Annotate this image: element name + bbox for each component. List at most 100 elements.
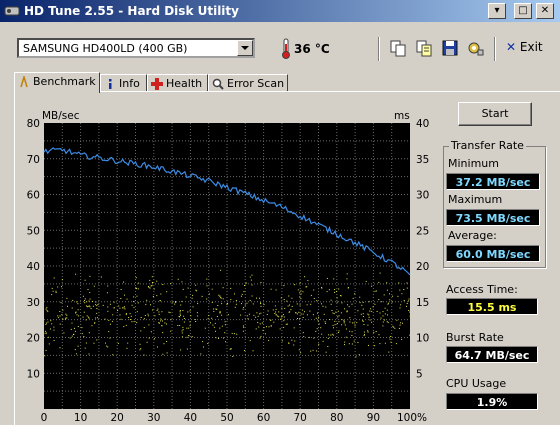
access-time-point — [191, 336, 193, 338]
access-time-point — [136, 311, 138, 313]
access-time-point — [230, 287, 232, 289]
access-time-point — [60, 302, 62, 304]
access-time-point — [313, 298, 315, 299]
access-time-point — [279, 328, 281, 330]
access-time-point — [109, 323, 111, 325]
access-time-point — [316, 300, 318, 302]
access-time-point — [123, 307, 125, 309]
access-time-point — [278, 316, 280, 318]
start-button[interactable]: Start — [458, 102, 532, 126]
access-time-point — [183, 318, 185, 319]
tab-info[interactable]: Info — [100, 74, 147, 92]
access-time-point — [53, 340, 55, 341]
access-time-point — [154, 315, 156, 317]
access-time-point — [91, 325, 93, 327]
access-time-point — [74, 327, 75, 329]
benchmark-icon — [20, 76, 28, 88]
chevron-down-icon[interactable] — [237, 40, 253, 56]
x-tick-label: 80 — [330, 412, 343, 424]
access-time-point — [334, 288, 336, 290]
access-time-point — [124, 308, 126, 310]
access-time-point — [406, 303, 408, 304]
access-time-point — [387, 314, 388, 316]
access-time-point — [233, 333, 235, 335]
access-time-point — [291, 305, 293, 307]
access-time-point — [86, 315, 88, 317]
access-time-point — [286, 323, 288, 325]
access-time-point — [189, 325, 191, 327]
access-time-point — [300, 313, 302, 315]
access-time-point — [149, 279, 151, 281]
access-time-point — [257, 322, 259, 323]
access-time-point — [107, 306, 109, 308]
x-tick-label: 40 — [184, 412, 197, 424]
tab-info-label: Info — [119, 77, 140, 90]
access-time-point — [259, 297, 260, 299]
access-time-point — [352, 297, 354, 299]
access-time-point — [296, 303, 298, 305]
access-time-point — [260, 305, 262, 307]
copy-info-icon[interactable] — [414, 38, 434, 58]
access-time-point — [231, 332, 233, 334]
tab-benchmark[interactable]: Benchmark — [14, 72, 100, 93]
drive-select-value: SAMSUNG HD400LD (400 GB) — [23, 42, 188, 55]
access-time-point — [181, 300, 183, 302]
access-time-point — [181, 330, 183, 332]
access-time-point — [133, 321, 135, 323]
access-time-point — [306, 314, 308, 316]
access-time-point — [123, 281, 124, 283]
access-time-point — [89, 306, 91, 308]
access-time-point — [57, 286, 59, 288]
access-time-point — [221, 314, 223, 316]
access-time-point — [299, 282, 301, 284]
access-time-point — [262, 329, 264, 331]
access-time-point — [48, 343, 50, 345]
access-time-point — [389, 335, 391, 337]
tab-error-scan[interactable]: Error Scan — [208, 74, 288, 92]
health-icon — [151, 78, 163, 90]
access-time-point — [362, 301, 364, 303]
access-time-point — [343, 322, 345, 324]
minimize-button[interactable]: ▾ — [488, 3, 506, 19]
exit-button[interactable]: ✕ Exit — [506, 40, 543, 54]
access-time-point — [82, 295, 84, 297]
access-time-point — [347, 304, 348, 306]
access-time-point — [108, 331, 110, 333]
access-time-point — [266, 314, 268, 315]
access-time-point — [136, 322, 138, 324]
options-icon[interactable] — [466, 38, 486, 58]
access-time-point — [359, 296, 361, 298]
access-time-point — [326, 277, 328, 279]
drive-select[interactable]: SAMSUNG HD400LD (400 GB) — [17, 38, 255, 58]
access-time-point — [392, 325, 394, 327]
access-time-point — [168, 311, 170, 313]
access-time-point — [182, 326, 184, 328]
right-tick-label: 5 — [416, 368, 423, 380]
access-time-point — [288, 295, 290, 297]
left-tick-label: 40 — [27, 261, 40, 273]
access-time-point — [215, 308, 217, 310]
access-time-point — [128, 317, 130, 318]
access-time-point — [223, 337, 224, 339]
save-icon[interactable] — [440, 38, 460, 58]
access-time-point — [362, 313, 364, 315]
access-time-point — [340, 312, 342, 314]
copy-icon[interactable] — [388, 38, 408, 58]
access-time-point — [109, 303, 111, 305]
access-time-point — [61, 286, 62, 288]
maximize-button[interactable]: □ — [514, 3, 532, 19]
access-time-point — [160, 320, 162, 322]
tab-health[interactable]: Health — [147, 74, 208, 92]
access-time-point — [230, 299, 232, 301]
access-time-point — [95, 301, 97, 303]
access-time-point — [143, 354, 145, 356]
access-time-point — [163, 343, 165, 345]
access-time-point — [403, 289, 405, 290]
access-time-point — [324, 322, 326, 324]
access-time-point — [317, 320, 319, 322]
access-time-point — [391, 301, 393, 303]
access-time-point — [181, 336, 183, 338]
access-time-point — [362, 316, 364, 317]
access-time-point — [398, 282, 400, 284]
close-button[interactable]: ✕ — [536, 3, 554, 19]
